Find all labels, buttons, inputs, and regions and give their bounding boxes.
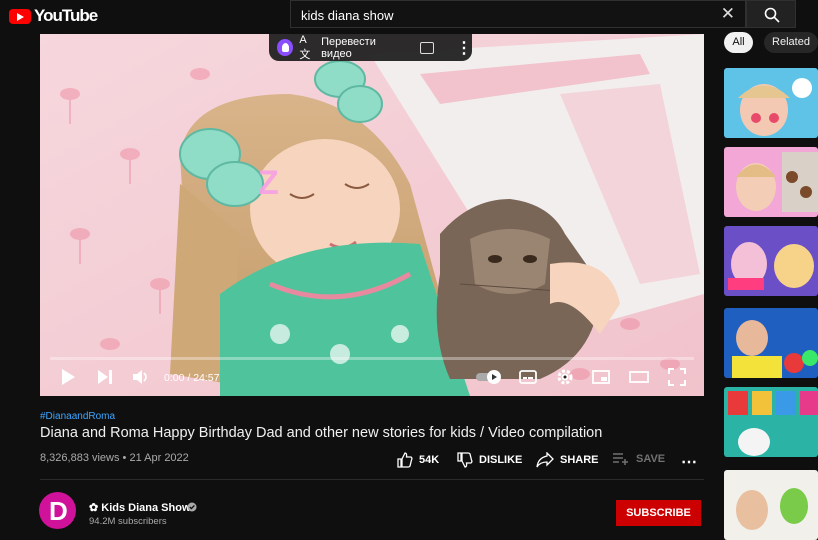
subscribe-button[interactable]: SUBSCRIBE — [616, 500, 701, 526]
logo-text: YouTube — [34, 6, 98, 25]
thumbnail-image — [724, 308, 818, 378]
share-label: SHARE — [560, 454, 599, 466]
related-video-thumbnail[interactable] — [724, 147, 818, 217]
related-video-thumbnail[interactable] — [724, 470, 818, 540]
subtitles-icon[interactable] — [519, 368, 537, 386]
open-external-icon[interactable] — [420, 41, 434, 54]
related-video-thumbnail[interactable] — [724, 308, 818, 378]
thumbs-down-icon — [457, 452, 473, 468]
more-vert-icon[interactable]: ⋮ — [456, 38, 472, 58]
time-display: 0:00 / 24:57 — [164, 372, 220, 384]
chip-related[interactable]: Related — [764, 32, 818, 53]
chip-all[interactable]: All — [724, 32, 753, 53]
thumbnail-image — [724, 387, 818, 457]
youtube-logo[interactable]: YouTube — [9, 6, 98, 26]
autoplay-toggle-icon[interactable] — [475, 368, 503, 386]
divider — [40, 479, 704, 480]
miniplayer-icon[interactable] — [592, 368, 610, 386]
related-video-thumbnail[interactable] — [724, 68, 818, 138]
channel-avatar[interactable]: D — [39, 492, 76, 529]
settings-icon[interactable] — [556, 368, 574, 386]
translate-video-bar[interactable]: A文 Перевести видео ⋮ — [269, 34, 472, 61]
top-bar: YouTube ✕ — [0, 0, 818, 30]
share-button[interactable]: SHARE — [536, 452, 599, 468]
related-video-thumbnail[interactable] — [724, 226, 818, 296]
share-icon — [536, 452, 554, 468]
thumbnail-image — [724, 470, 818, 540]
close-icon[interactable]: ✕ — [721, 5, 735, 23]
youtube-play-icon — [9, 8, 31, 24]
like-count: 54K — [419, 454, 440, 466]
views-date: 8,326,883 views • 21 Apr 2022 — [40, 452, 189, 464]
next-icon[interactable] — [97, 368, 113, 386]
dislike-button[interactable]: DISLIKE — [457, 452, 522, 468]
search-box: ✕ — [290, 0, 746, 28]
video-frame: Z — [40, 34, 704, 396]
playlist-add-icon — [613, 453, 628, 465]
fullscreen-icon[interactable] — [668, 368, 686, 386]
related-video-thumbnail[interactable] — [724, 387, 818, 457]
save-button[interactable]: SAVE — [612, 452, 665, 466]
progress-bar[interactable] — [50, 357, 694, 360]
like-button[interactable]: 54K — [397, 452, 439, 468]
channel-name[interactable]: ✿ Kids Diana Show — [89, 501, 191, 514]
svg-text:Z: Z — [258, 164, 279, 202]
more-horiz-icon: ⋯ — [681, 454, 697, 471]
thumbnail-image — [724, 68, 818, 138]
avatar-glyph: D — [49, 496, 68, 526]
search-input[interactable] — [299, 5, 713, 25]
play-icon[interactable] — [60, 368, 76, 386]
translate-icon: A文 — [299, 34, 311, 61]
alice-assistant-icon — [277, 39, 294, 56]
theater-mode-icon[interactable] — [629, 368, 649, 386]
save-label: SAVE — [636, 453, 666, 465]
video-player[interactable]: Z A文 Перевести видео ⋮ 0:00 / 24:57 — [40, 34, 704, 396]
volume-icon[interactable] — [132, 368, 150, 386]
more-actions-button[interactable]: ⋯ — [681, 452, 697, 472]
player-controls: 0:00 / 24:57 — [40, 364, 704, 394]
verified-icon — [187, 502, 197, 512]
video-title: Diana and Roma Happy Birthday Dad and ot… — [40, 425, 603, 441]
dislike-label: DISLIKE — [479, 454, 523, 466]
translate-label[interactable]: Перевести видео — [321, 36, 406, 60]
search-button[interactable] — [746, 0, 796, 28]
subscriber-count: 94.2M subscribers — [89, 516, 167, 527]
thumbs-up-icon — [397, 452, 413, 468]
hashtag-link[interactable]: #DianaandRoma — [40, 411, 115, 422]
thumbnail-image — [724, 226, 818, 296]
thumbnail-image — [724, 147, 818, 217]
search-icon — [764, 7, 780, 23]
